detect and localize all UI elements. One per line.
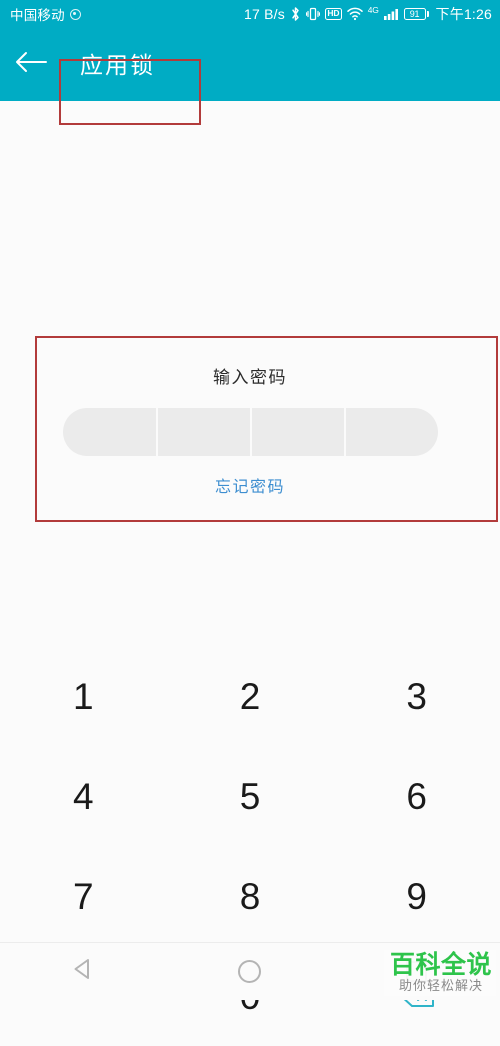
key-7-label: 7 (73, 875, 94, 917)
carrier-label: 中国移动 (10, 7, 65, 23)
wifi-icon (347, 7, 363, 21)
arrow-left-icon (14, 49, 48, 80)
battery-level-label: 91 (403, 7, 426, 20)
password-cell-3[interactable] (250, 408, 344, 456)
password-cell-4[interactable] (343, 408, 438, 456)
nav-back-triangle-icon (70, 956, 96, 987)
key-5[interactable]: 5 (167, 746, 334, 846)
main-content: 输入密码 忘记密码 1 2 3 4 5 6 7 8 9 百科全说 助你轻松解决 (0, 101, 500, 1015)
key-9[interactable]: 9 (333, 846, 500, 946)
key-9-label: 9 (406, 875, 427, 917)
key-3[interactable]: 3 (333, 646, 500, 746)
key-2-label: 2 (239, 675, 261, 717)
circle-dot-icon (69, 9, 81, 20)
phone-screen: 中国移动 17 B/s HD 4G 91 下午1:26 应用锁 输入密码 忘记密… (0, 0, 500, 1015)
key-1-label: 1 (73, 675, 94, 717)
status-bar: 中国移动 17 B/s HD 4G 91 下午1:26 (0, 0, 500, 27)
key-3-label: 3 (406, 675, 427, 717)
clock-label: 下午1:26 (435, 5, 492, 22)
status-bar-right: 17 B/s HD 4G 91 下午1:26 (244, 4, 492, 24)
battery-icon: 91 (403, 7, 429, 20)
password-cell-1[interactable] (63, 408, 157, 456)
net-speed-label: 17 B/s (244, 5, 285, 22)
password-card: 输入密码 忘记密码 (0, 336, 500, 522)
back-button[interactable] (0, 27, 62, 101)
page-title-container: 应用锁 (62, 39, 183, 89)
key-1[interactable]: 1 (0, 646, 167, 746)
watermark: 百科全说 助你轻松解决 (383, 950, 496, 996)
watermark-title: 百科全说 (389, 950, 492, 979)
watermark-subtitle: 助你轻松解决 (398, 979, 483, 994)
password-prompt-label: 输入密码 (213, 368, 287, 388)
mobile-network-label: 4G (367, 4, 379, 15)
nav-home-circle-icon (238, 960, 262, 983)
page-title: 应用锁 (80, 53, 155, 79)
vibrate-icon (305, 6, 320, 22)
key-2[interactable]: 2 (167, 646, 334, 746)
key-4-label: 4 (73, 775, 94, 817)
password-cell-2[interactable] (156, 408, 250, 456)
key-8-label: 8 (239, 875, 261, 917)
key-5-label: 5 (239, 775, 261, 817)
battery-cap (426, 10, 429, 17)
key-7[interactable]: 7 (0, 846, 167, 946)
nav-home-button[interactable] (205, 943, 295, 1001)
key-6-label: 6 (406, 775, 427, 817)
status-bar-left: 中国移动 (10, 4, 81, 24)
password-input[interactable] (62, 408, 438, 456)
hd-icon: HD (324, 7, 342, 20)
key-8[interactable]: 8 (167, 846, 334, 946)
bluetooth-icon (290, 6, 301, 22)
forgot-password-link[interactable]: 忘记密码 (215, 473, 285, 497)
signal-bars-icon (383, 7, 399, 21)
key-6[interactable]: 6 (333, 746, 500, 846)
key-4[interactable]: 4 (0, 746, 167, 846)
app-bar: 应用锁 (0, 27, 500, 125)
nav-back-button[interactable] (38, 943, 128, 1001)
